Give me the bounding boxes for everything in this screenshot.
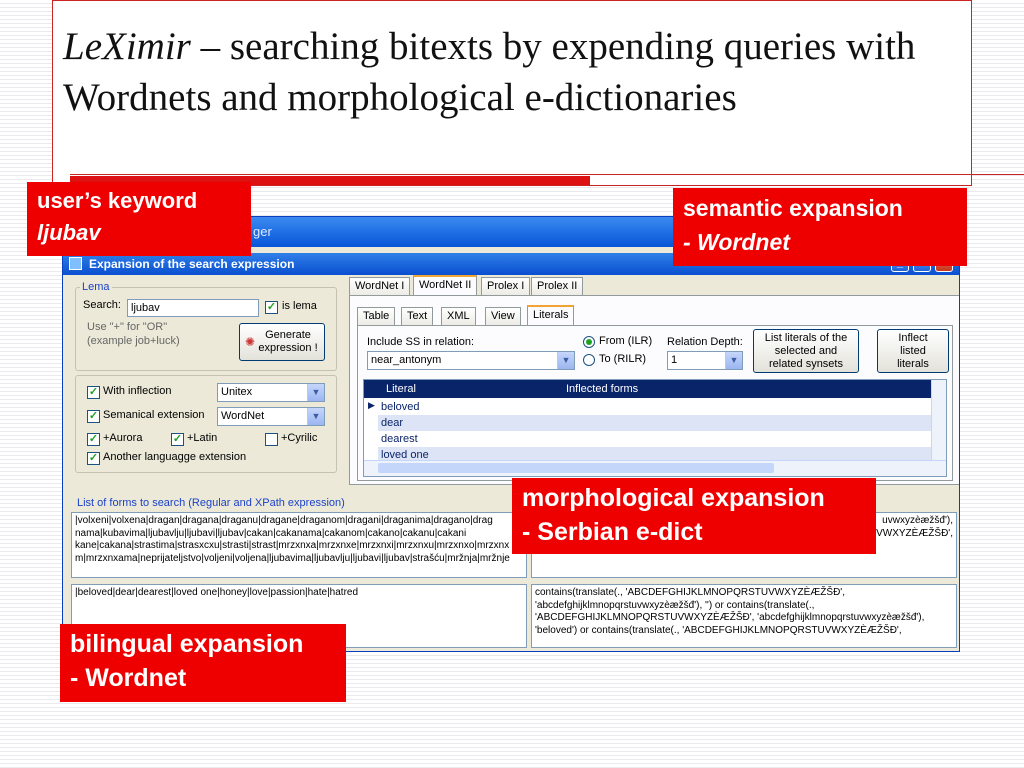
semantic-select[interactable]: WordNet ▼: [217, 407, 325, 426]
hint-example: (example job+luck): [87, 335, 180, 347]
another-language-label: Another languagge extension: [103, 451, 247, 463]
tab-prolex-i[interactable]: Prolex I: [481, 277, 531, 295]
tab-text[interactable]: Text: [401, 307, 434, 325]
generate-line2: expression !: [258, 342, 318, 354]
callout-morphological-expansion: morphological expansion - Serbian e-dict: [512, 478, 876, 554]
inflection-select[interactable]: Unitex ▼: [217, 383, 325, 402]
include-ss-label: Include SS in relation:: [367, 336, 475, 348]
with-inflection-checkbox[interactable]: ✓: [87, 386, 100, 399]
semantic-label: Semanical extension: [103, 409, 205, 421]
callout-bilingual-line2: - Wordnet: [70, 664, 187, 692]
inflection-value: Unitex: [221, 386, 253, 398]
literal-row[interactable]: beloved: [378, 399, 932, 415]
title-app-name: LeXimir: [63, 25, 191, 68]
scroll-thumb[interactable]: [378, 463, 774, 473]
callout-morph-line2: - Serbian e-dict: [522, 518, 703, 546]
relation-select[interactable]: near_antonym ▼: [367, 351, 575, 370]
row-pointer-icon: ▶: [368, 400, 375, 410]
aurora-checkbox[interactable]: ✓: [87, 433, 100, 446]
grid-vscrollbar[interactable]: [931, 380, 946, 462]
window-app-icon: [69, 257, 82, 270]
chevron-down-icon: ▼: [307, 384, 324, 401]
literal-row[interactable]: dearest: [378, 431, 932, 447]
latin-checkbox[interactable]: ✓: [171, 433, 184, 446]
callout-semantic-expansion: semantic expansion - Wordnet: [673, 188, 967, 266]
literal-row[interactable]: dear: [378, 415, 932, 431]
list-literals-button[interactable]: List literals of the selected and relate…: [753, 329, 859, 373]
list-line3: related synsets: [769, 357, 843, 370]
chevron-down-icon: ▼: [557, 352, 574, 369]
to-rilr-label: To (RILR): [599, 353, 647, 365]
depth-value: 1: [671, 354, 678, 366]
callout-bilingual-expansion: bilingual expansion - Wordnet: [60, 624, 346, 702]
inflect-literals-button[interactable]: Inflect listed literals: [877, 329, 949, 373]
lema-group-label: Lema: [82, 281, 110, 293]
generate-line1: Generate: [265, 329, 311, 341]
tab-table[interactable]: Table: [357, 307, 396, 325]
callout-morph-line1: morphological expansion: [522, 484, 825, 512]
relation-depth-label: Relation Depth:: [667, 336, 743, 348]
inflect-line2: listed: [900, 344, 926, 357]
target-icon: ✺: [245, 335, 256, 349]
search-label: Search:: [83, 299, 121, 311]
regex-textarea[interactable]: |volxeni|volxena|dragan|dragana|draganu|…: [71, 512, 527, 578]
tab-view[interactable]: View: [485, 307, 521, 325]
grid-hscrollbar[interactable]: [364, 460, 946, 476]
is-lema-label: is lema: [282, 300, 317, 312]
list-line2: selected and: [774, 344, 838, 357]
tab-xml[interactable]: XML: [441, 307, 476, 325]
tab-wordnet-i[interactable]: WordNet I: [349, 277, 411, 295]
generate-expression-button[interactable]: ✺ Generate expression !: [239, 323, 325, 361]
literals-grid: Literal Inflected forms ▶ beloved dear d…: [363, 379, 947, 477]
callout-bilingual-line1: bilingual expansion: [70, 630, 304, 658]
callout-user-keyword: user’s keyword ljubav: [27, 182, 251, 256]
chevron-down-icon: ▼: [725, 352, 742, 369]
is-lema-checkbox[interactable]: ✓: [265, 301, 278, 314]
another-language-checkbox[interactable]: ✓: [87, 452, 100, 465]
callout-semantic-line1: semantic expansion: [683, 195, 903, 221]
expansion-window: ger Expansion of the search expression _…: [62, 216, 960, 652]
chevron-down-icon: ▼: [307, 408, 324, 425]
app-title: ger: [253, 224, 272, 239]
semantic-value: WordNet: [221, 410, 265, 422]
dialog-title: Expansion of the search expression: [89, 257, 295, 271]
slide-title-box: LeXimir – searching bitexts by expending…: [52, 0, 972, 186]
semantic-checkbox[interactable]: ✓: [87, 410, 100, 423]
relation-value: near_antonym: [371, 354, 442, 366]
callout-keyword-line1: user’s keyword: [37, 188, 198, 213]
hint-or: Use "+" for "OR": [87, 321, 168, 333]
tab-wordnet-ii[interactable]: WordNet II: [413, 275, 478, 295]
col-inflected[interactable]: Inflected forms: [566, 383, 638, 395]
slide-title: LeXimir – searching bitexts by expending…: [63, 21, 943, 123]
literal-row[interactable]: loved one: [378, 447, 932, 461]
forms-group-label: List of forms to search (Regular and XPa…: [77, 497, 345, 509]
cyrilic-label: +Cyrilic: [281, 432, 318, 444]
from-ilr-radio[interactable]: [583, 336, 595, 348]
grid-header: Literal Inflected forms: [364, 380, 932, 398]
callout-semantic-line2: - Wordnet: [683, 229, 790, 255]
latin-label: +Latin: [187, 432, 218, 444]
col-literal[interactable]: Literal: [386, 383, 416, 395]
callout-keyword-line2: ljubav: [37, 220, 101, 245]
tab-literals[interactable]: Literals: [527, 305, 575, 325]
inflect-line3: literals: [897, 357, 929, 370]
to-rilr-radio[interactable]: [583, 354, 595, 366]
list-line1: List literals of the: [764, 331, 848, 344]
from-ilr-label: From (ILR): [599, 335, 653, 347]
cyrilic-checkbox[interactable]: ✓: [265, 433, 278, 446]
inflect-line1: Inflect: [898, 331, 928, 344]
aurora-label: +Aurora: [103, 432, 143, 444]
title-subtitle: – searching bitexts by expending queries…: [63, 25, 916, 119]
english-xpath-textarea[interactable]: contains(translate(., 'ABCDEFGHIJKLMNOPQ…: [531, 584, 957, 648]
tab-prolex-ii[interactable]: Prolex II: [531, 277, 584, 295]
depth-select[interactable]: 1 ▼: [667, 351, 743, 370]
title-divider: [70, 174, 1024, 175]
search-input[interactable]: ljubav: [127, 299, 259, 317]
with-inflection-label: With inflection: [103, 385, 172, 397]
